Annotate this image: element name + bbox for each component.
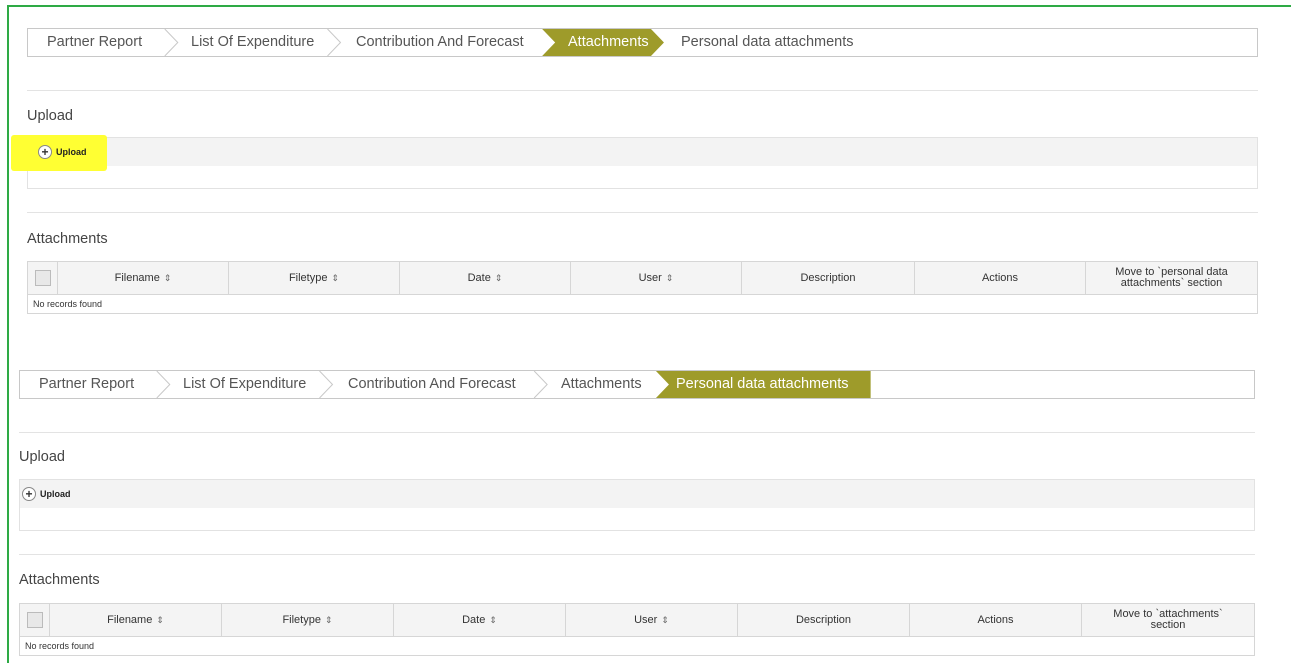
breadcrumb-attachments[interactable]: Attachments (568, 29, 649, 56)
upload-title: Upload (27, 108, 73, 124)
attachments-title: Attachments (27, 231, 108, 247)
select-all-checkbox[interactable] (34, 270, 51, 286)
breadcrumb-contribution-and-forecast[interactable]: Contribution And Forecast (348, 371, 516, 398)
window-frame-top (7, 5, 1291, 7)
select-all-checkbox-cell[interactable] (28, 262, 58, 294)
attachments-table: Filename ⇕ Filetype ⇕ Date ⇕ User ⇕ Descript… (27, 261, 1258, 314)
breadcrumb-separator (164, 29, 179, 56)
plus-circle-icon: + (38, 145, 52, 159)
column-filename[interactable]: Filename ⇕ (50, 604, 222, 636)
column-move-to-attachments: Move to `attachments` section (1082, 604, 1254, 636)
table-header: Filename ⇕ Filetype ⇕ Date ⇕ User ⇕ Descript… (28, 262, 1257, 295)
column-label: Date (467, 271, 491, 284)
breadcrumb-separator (533, 371, 548, 398)
table-header: Filename ⇕ Filetype ⇕ Date ⇕ User ⇕ Descript… (20, 604, 1254, 637)
breadcrumb-list-of-expenditure[interactable]: List Of Expenditure (191, 29, 314, 56)
column-label: Move to `attachments` section (1113, 608, 1223, 631)
upload-button[interactable]: + Upload (22, 486, 71, 502)
column-filename[interactable]: Filename ⇕ (58, 262, 229, 294)
window-frame-left (7, 5, 9, 663)
column-date[interactable]: Date ⇕ (400, 262, 571, 294)
column-label: User (634, 613, 658, 626)
attachments-title: Attachments (19, 572, 100, 588)
upload-toolbar: + Upload (11, 135, 1257, 171)
upload-toolbar: + Upload (20, 480, 1254, 508)
upload-button[interactable]: + Upload (38, 144, 87, 160)
breadcrumb-partner-report[interactable]: Partner Report (39, 371, 134, 398)
divider (27, 212, 1258, 213)
column-actions: Actions (915, 262, 1086, 294)
sort-icon: ⇕ (661, 614, 669, 625)
breadcrumb-partner-report[interactable]: Partner Report (47, 29, 142, 56)
sort-icon: ⇕ (163, 272, 172, 283)
breadcrumb-separator (156, 371, 171, 398)
upload-section: + Upload (19, 479, 1255, 531)
column-user[interactable]: User ⇕ (566, 604, 738, 636)
column-move-to-personal-data: Move to `personal data attachments` sect… (1086, 262, 1257, 294)
column-label: Date (462, 613, 486, 626)
breadcrumb: Partner Report List Of Expenditure Contr… (19, 370, 1255, 399)
upload-button-label: Upload (40, 489, 71, 499)
empty-message: No records found (25, 641, 95, 651)
column-label: Description (800, 271, 856, 284)
column-label: Actions (977, 613, 1014, 626)
personal-data-attachments-panel: Partner Report List Of Expenditure Contr… (19, 370, 1255, 656)
sort-icon: ⇕ (331, 272, 340, 283)
column-description: Description (742, 262, 915, 294)
upload-section: + Upload (11, 135, 1258, 189)
column-description: Description (738, 604, 910, 636)
column-label: Move to `personal data attachments` sect… (1115, 266, 1228, 289)
column-filetype[interactable]: Filetype ⇕ (222, 604, 394, 636)
upload-title: Upload (19, 449, 65, 465)
breadcrumb-separator (319, 371, 334, 398)
column-label: Filename (107, 613, 153, 626)
divider (19, 554, 1255, 555)
column-actions: Actions (910, 604, 1082, 636)
upload-button-label: Upload (56, 147, 87, 157)
sort-icon: ⇕ (665, 272, 674, 283)
column-label: User (638, 271, 662, 284)
divider (19, 432, 1255, 433)
column-label: Filetype (288, 271, 328, 284)
select-all-checkbox-cell[interactable] (20, 604, 50, 636)
select-all-checkbox[interactable] (26, 612, 43, 628)
breadcrumb-personal-data-attachments[interactable]: Personal data attachments (676, 371, 849, 398)
column-label: Filetype (282, 613, 321, 626)
empty-message: No records found (33, 299, 103, 309)
column-label: Description (795, 613, 852, 626)
column-user[interactable]: User ⇕ (571, 262, 742, 294)
column-filetype[interactable]: Filetype ⇕ (229, 262, 400, 294)
sort-icon: ⇕ (489, 614, 497, 625)
divider (27, 90, 1258, 91)
column-label: Actions (981, 271, 1019, 284)
breadcrumb-separator (327, 29, 342, 56)
breadcrumb-contribution-and-forecast[interactable]: Contribution And Forecast (356, 29, 524, 56)
plus-circle-icon: + (22, 487, 36, 501)
sort-icon: ⇕ (324, 614, 333, 625)
column-date[interactable]: Date ⇕ (394, 604, 566, 636)
sort-icon: ⇕ (494, 272, 503, 283)
breadcrumb: Partner Report List Of Expenditure Contr… (27, 28, 1258, 57)
attachments-panel: Partner Report List Of Expenditure Contr… (11, 28, 1258, 314)
sort-icon: ⇕ (156, 614, 164, 625)
breadcrumb-personal-data-attachments[interactable]: Personal data attachments (681, 29, 854, 56)
breadcrumb-attachments[interactable]: Attachments (561, 371, 642, 398)
breadcrumb-list-of-expenditure[interactable]: List Of Expenditure (183, 371, 306, 398)
attachments-table: Filename ⇕ Filetype ⇕ Date ⇕ User ⇕ Descript… (19, 603, 1255, 656)
column-label: Filename (114, 271, 160, 284)
